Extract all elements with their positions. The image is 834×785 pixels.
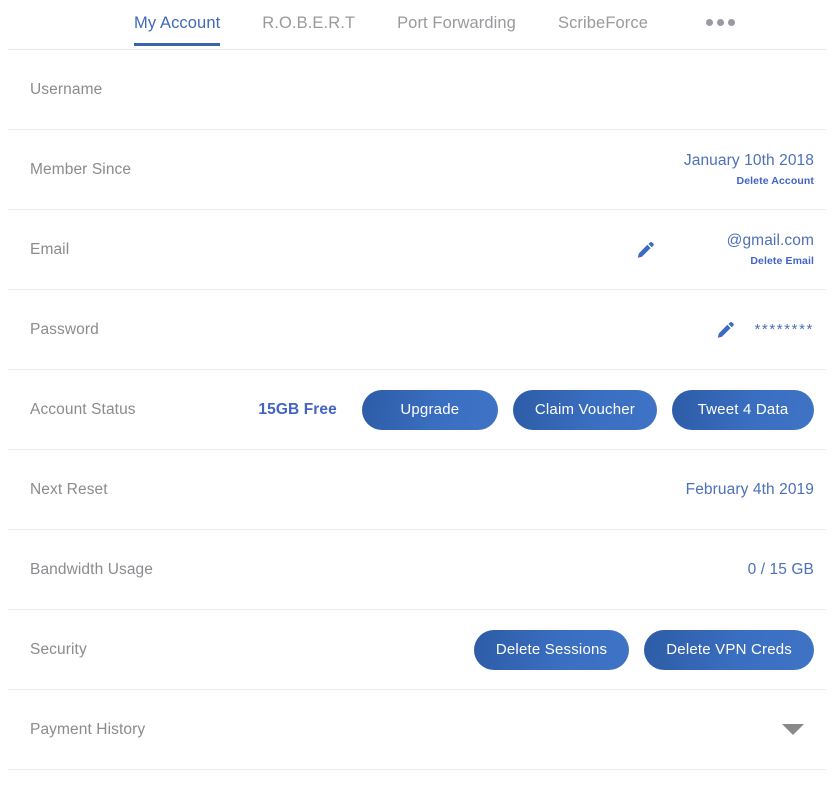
dot-2 <box>717 19 725 26</box>
bandwidth-usage-value: 0 / 15 GB <box>747 560 814 578</box>
delete-account-link[interactable]: Delete Account <box>737 175 814 187</box>
dot-1 <box>706 19 714 26</box>
tab-my-account-label: My Account <box>134 14 221 32</box>
tab-scribeforce-label: ScribeForce <box>557 14 649 32</box>
row-email-label: Email <box>30 240 70 258</box>
row-member-since-value-container: January 10th 2018 Delete Account <box>684 152 814 188</box>
delete-vpn-creds-button[interactable]: Delete VPN Creds <box>644 629 814 670</box>
row-username: Username <box>8 50 826 130</box>
row-security-actions: Delete Sessions Delete VPN Creds <box>473 629 814 670</box>
password-value: ******** <box>754 321 814 338</box>
row-account-status-actions: 15GB Free Upgrade Claim Voucher Tweet 4 … <box>258 389 814 430</box>
row-payment-history[interactable]: Payment History <box>8 690 826 770</box>
row-member-since: Member Since January 10th 2018 Delete Ac… <box>8 130 826 210</box>
row-password-value-container: ******** <box>713 319 815 341</box>
settings-row-list: Username Member Since January 10th 2018 … <box>8 50 826 770</box>
row-security: Security Delete Sessions Delete VPN Cred… <box>8 610 826 690</box>
row-security-label: Security <box>30 640 87 658</box>
claim-voucher-button[interactable]: Claim Voucher <box>512 389 657 430</box>
row-payment-history-label: Payment History <box>30 720 146 738</box>
row-next-reset: Next Reset February 4th 2019 <box>8 450 826 530</box>
row-bandwidth-usage-value-container: 0 / 15 GB <box>748 561 814 579</box>
tab-my-account[interactable]: My Account <box>134 14 221 46</box>
row-password-label: Password <box>30 320 99 338</box>
row-password: Password ******** <box>8 290 826 370</box>
row-email-value-container: @gmail.com Delete Email <box>633 232 814 268</box>
tab-port-forwarding[interactable]: Port Forwarding <box>397 14 516 46</box>
tab-scribeforce[interactable]: ScribeForce <box>558 14 648 46</box>
email-stack: @gmail.com Delete Email <box>727 232 814 268</box>
tab-robert[interactable]: R.O.B.E.R.T <box>262 14 355 46</box>
main-tab-bar: My Account R.O.B.E.R.T Port Forwarding S… <box>8 0 826 50</box>
chevron-down-icon[interactable] <box>782 724 804 735</box>
email-value: @gmail.com <box>726 231 814 249</box>
tweet-4-data-button[interactable]: Tweet 4 Data <box>672 389 814 430</box>
delete-sessions-button[interactable]: Delete Sessions <box>473 629 630 670</box>
account-status-badge: 15GB Free <box>258 400 337 418</box>
row-next-reset-value-container: February 4th 2019 <box>686 481 814 499</box>
member-since-value: January 10th 2018 <box>683 151 814 169</box>
row-account-status: Account Status 15GB Free Upgrade Claim V… <box>8 370 826 450</box>
row-bandwidth-usage-label: Bandwidth Usage <box>30 560 153 578</box>
row-next-reset-label: Next Reset <box>30 480 108 498</box>
dot-3 <box>728 19 736 26</box>
delete-email-link[interactable]: Delete Email <box>750 255 814 267</box>
upgrade-button[interactable]: Upgrade <box>361 389 498 430</box>
row-bandwidth-usage: Bandwidth Usage 0 / 15 GB <box>8 530 826 610</box>
member-since-stack: January 10th 2018 Delete Account <box>684 152 814 188</box>
row-account-status-label: Account Status <box>30 400 136 418</box>
account-settings-page: My Account R.O.B.E.R.T Port Forwarding S… <box>0 0 834 785</box>
pencil-icon[interactable] <box>633 239 655 261</box>
row-payment-history-expander <box>782 724 814 735</box>
row-member-since-label: Member Since <box>30 160 132 178</box>
next-reset-value: February 4th 2019 <box>685 480 814 498</box>
pencil-icon[interactable] <box>713 319 735 341</box>
more-horizontal-icon[interactable] <box>704 14 737 39</box>
row-username-label: Username <box>30 80 103 98</box>
tab-port-forwarding-label: Port Forwarding <box>397 14 516 32</box>
tab-robert-label: R.O.B.E.R.T <box>262 14 356 32</box>
row-email: Email @gmail.com Delete Email <box>8 210 826 290</box>
